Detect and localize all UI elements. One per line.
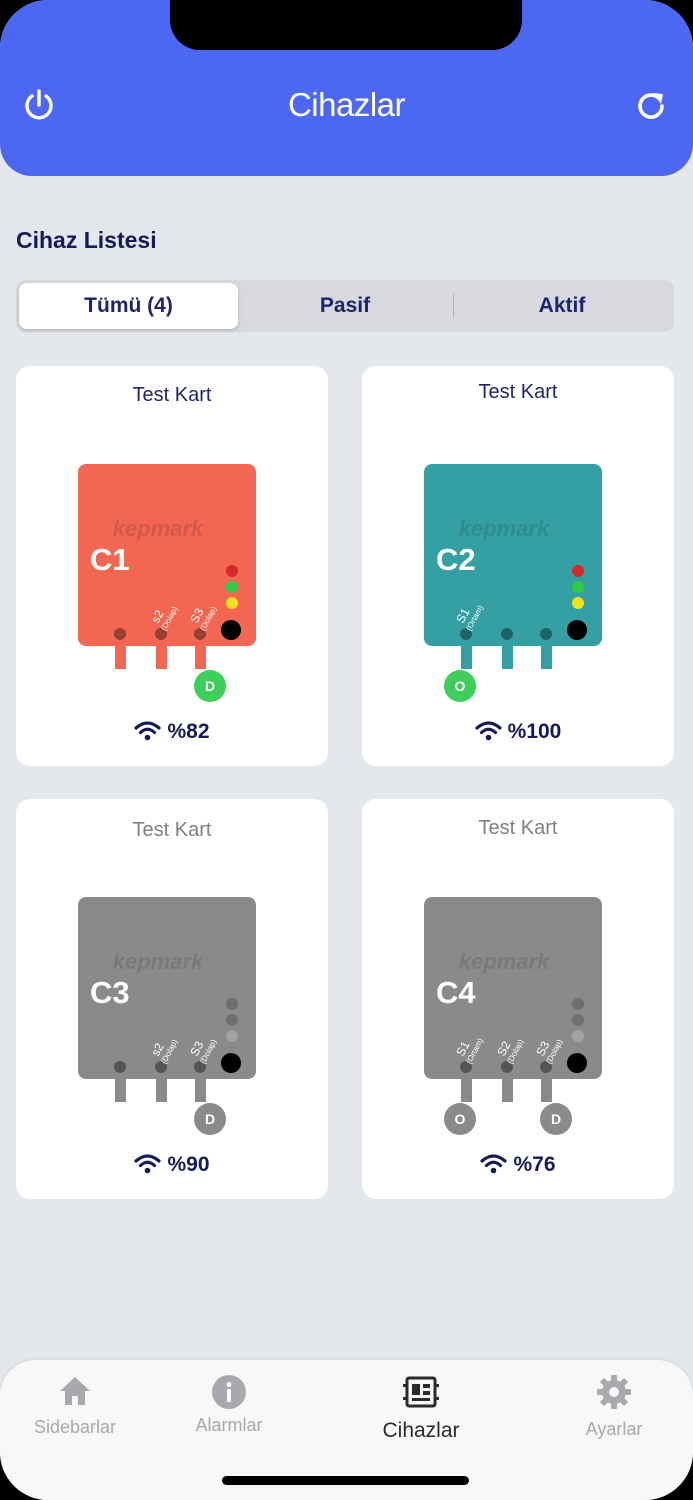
tab-passive[interactable]: Pasif bbox=[238, 283, 452, 329]
tab-label: Sidebarlar bbox=[33, 1417, 117, 1437]
tab-sidebarlar[interactable]: Sidebarlar bbox=[5, 1374, 145, 1438]
wifi-icon bbox=[134, 1154, 162, 1174]
device-code: C4 bbox=[436, 975, 476, 1010]
devices-icon bbox=[403, 1376, 439, 1408]
wifi-icon bbox=[480, 1154, 508, 1174]
sensor-port bbox=[114, 1061, 126, 1073]
device-title: Test Kart bbox=[132, 819, 212, 841]
status-led bbox=[226, 597, 238, 609]
sensor-badge-label: D bbox=[551, 1111, 561, 1127]
device-title: Test Kart bbox=[132, 384, 212, 406]
filter-segmented-control: Tümü (4) Pasif Aktif bbox=[16, 280, 674, 332]
status-led bbox=[572, 581, 584, 593]
signal-strength: %82 bbox=[16, 720, 328, 744]
tab-all[interactable]: Tümü (4) bbox=[19, 283, 238, 329]
device-card[interactable]: Test Kart kepmark C2 S1(Ortam) O %100 bbox=[362, 366, 674, 766]
page-title: Cihazlar bbox=[287, 86, 406, 123]
status-led bbox=[226, 565, 238, 577]
device-brand: kepmark bbox=[459, 949, 551, 974]
tab-active[interactable]: Aktif bbox=[454, 283, 670, 329]
device-notch bbox=[170, 0, 522, 50]
sensor-port bbox=[540, 628, 552, 640]
power-port bbox=[567, 620, 587, 640]
signal-strength: %100 bbox=[362, 720, 674, 744]
signal-value: %90 bbox=[167, 1153, 210, 1176]
power-port bbox=[567, 1053, 587, 1073]
info-icon bbox=[212, 1375, 246, 1409]
status-led bbox=[572, 1014, 584, 1026]
status-led bbox=[226, 1014, 238, 1026]
signal-value: %76 bbox=[513, 1153, 556, 1176]
status-led bbox=[226, 581, 238, 593]
tab-cihazlar[interactable]: Cihazlar bbox=[351, 1374, 491, 1443]
tab-label: Ayarlar bbox=[585, 1419, 643, 1439]
device-brand: kepmark bbox=[113, 949, 205, 974]
signal-strength: %76 bbox=[362, 1153, 674, 1177]
status-led bbox=[572, 597, 584, 609]
device-code: C3 bbox=[90, 975, 130, 1010]
device-brand: kepmark bbox=[459, 516, 551, 541]
device-illustration: kepmarkC2S1(Ortam)O bbox=[424, 464, 602, 702]
refresh-icon[interactable] bbox=[633, 88, 669, 124]
home-indicator bbox=[222, 1476, 469, 1485]
status-led bbox=[226, 1030, 238, 1042]
gear-icon bbox=[597, 1375, 631, 1409]
device-brand: kepmark bbox=[113, 516, 205, 541]
power-port bbox=[221, 1053, 241, 1073]
sensor-port bbox=[114, 628, 126, 640]
sensor-port bbox=[501, 628, 513, 640]
tab-ayarlar[interactable]: Ayarlar bbox=[544, 1374, 684, 1440]
status-led bbox=[572, 1030, 584, 1042]
device-illustration: kepmarkC3s2(Dolap) S3(Dolap)D bbox=[78, 897, 256, 1135]
power-port bbox=[221, 620, 241, 640]
device-card[interactable]: Test Kart kepmark C3 s2(Dolap) S3(Dolap) D %90 bbox=[16, 799, 328, 1199]
device-title: Test Kart bbox=[478, 381, 558, 403]
device-card[interactable]: Test Kart kepmark C4 S1(Ortam) O S2(Dolap) S3(… bbox=[362, 799, 674, 1199]
device-card[interactable]: Test Kart kepmark C1 s2(Dolap) S3(Dolap) D %82 bbox=[16, 366, 328, 766]
wifi-icon bbox=[134, 721, 162, 741]
section-title: Cihaz Listesi bbox=[16, 227, 157, 253]
device-code: C2 bbox=[436, 542, 476, 577]
home-icon bbox=[60, 1377, 90, 1405]
status-led bbox=[226, 998, 238, 1010]
sensor-badge-label: O bbox=[455, 1111, 466, 1127]
wifi-icon bbox=[475, 721, 502, 741]
device-title: Test Kart bbox=[478, 817, 558, 839]
tab-label: Alarmlar bbox=[195, 1415, 263, 1435]
status-led bbox=[572, 565, 584, 577]
sensor-badge-label: D bbox=[205, 1111, 215, 1127]
tab-label: Cihazlar bbox=[382, 1419, 460, 1442]
app-header: Cihazlar bbox=[0, 0, 693, 176]
signal-value: %82 bbox=[167, 720, 210, 743]
device-code: C1 bbox=[90, 542, 130, 577]
sensor-badge-label: O bbox=[455, 678, 466, 694]
device-illustration: kepmarkC1s2(Dolap) S3(Dolap)D bbox=[78, 464, 256, 702]
signal-strength: %90 bbox=[16, 1153, 328, 1177]
signal-value: %100 bbox=[507, 720, 562, 743]
device-illustration: kepmarkC4S1(Ortam)OS2(Dolap) S3(Dolap)D bbox=[424, 897, 602, 1135]
status-led bbox=[572, 998, 584, 1010]
tab-alarmlar[interactable]: Alarmlar bbox=[159, 1374, 299, 1436]
sensor-badge-label: D bbox=[205, 678, 215, 694]
phone-screen: Cihazlar Cihaz Listesi Tümü (4) Pasif Ak… bbox=[0, 0, 693, 1500]
